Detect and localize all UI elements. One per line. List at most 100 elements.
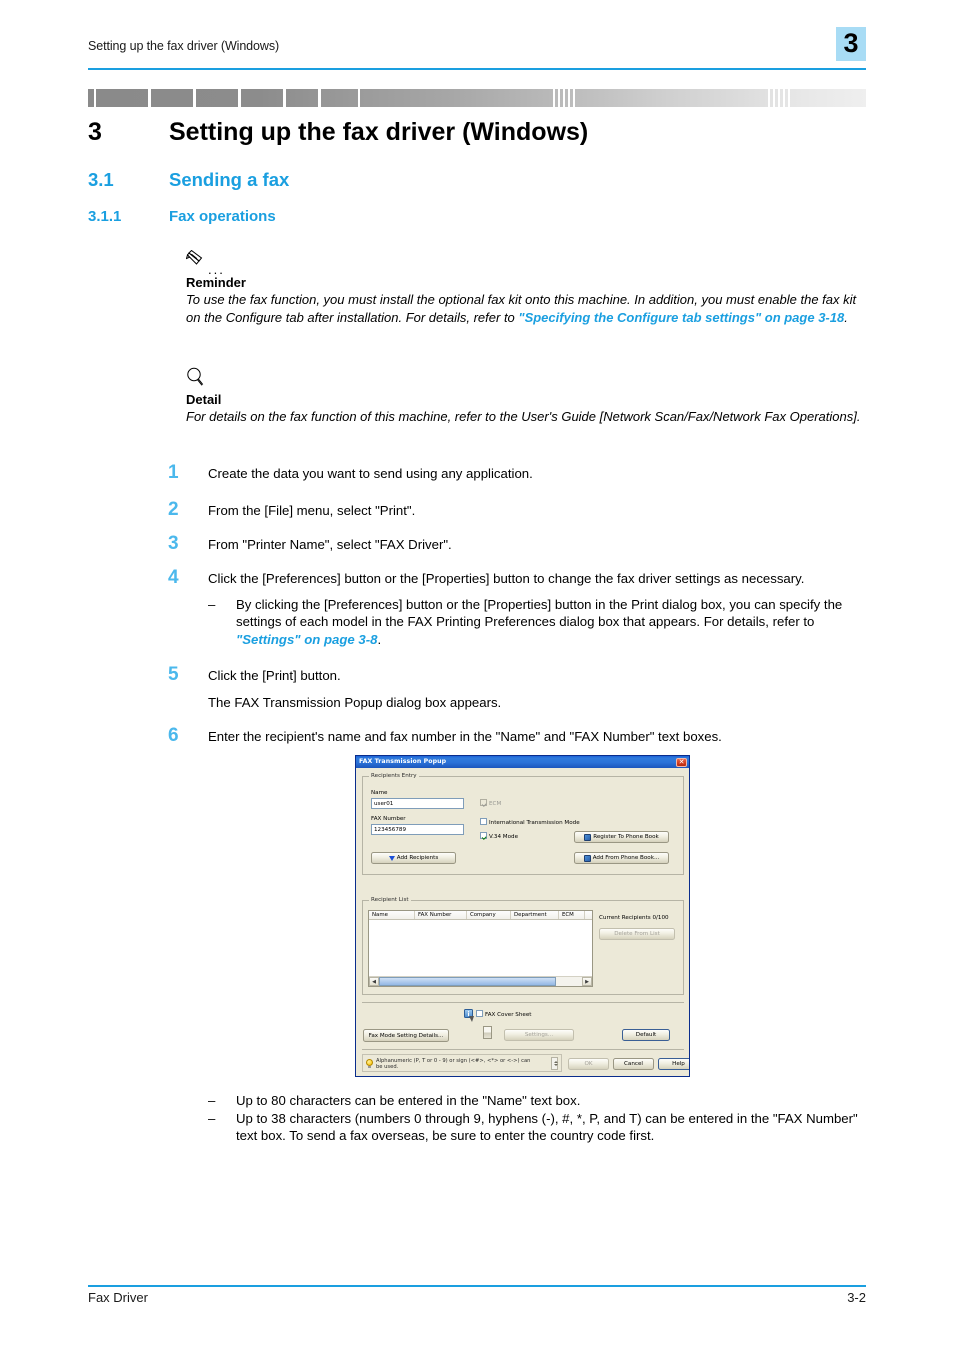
procedure-step: 1 Create the data you want to send using… [168, 462, 868, 483]
lightbulb-icon [366, 1059, 373, 1068]
hint-divider [362, 1049, 684, 1050]
chapter-heading: 3 Setting up the fax driver (Windows) [88, 118, 868, 147]
list-item-text: Up to 80 characters can be entered in th… [236, 1093, 581, 1108]
add-recipients-button[interactable]: Add Recipients [371, 852, 456, 864]
hint-scroll-spinner[interactable] [551, 1057, 558, 1070]
pencil-icon: ... [185, 249, 223, 277]
phone-book-add-icon [583, 854, 591, 862]
detail-title: Detail [186, 392, 222, 407]
fax-transmission-popup-dialog[interactable]: FAX Transmission Popup ✕ Recipients Entr… [355, 755, 690, 1077]
list-item: – Up to 38 characters (numbers 0 through… [208, 1110, 868, 1145]
delete-from-list-button[interactable]: Delete From List [599, 928, 675, 940]
register-to-phone-book-label: Register To Phone Book [593, 834, 659, 840]
current-recipients-count: Current Recipients 0/100 [599, 915, 669, 921]
mouse-cursor-icon [469, 1016, 474, 1022]
fax-cover-sheet-checkbox-box [476, 1010, 483, 1017]
column-header-department[interactable]: Department [511, 911, 559, 919]
name-input[interactable]: user01 [371, 798, 464, 809]
recipient-list-body [369, 920, 592, 976]
column-header-company[interactable]: Company [467, 911, 511, 919]
help-button[interactable]: Help [658, 1058, 689, 1070]
reminder-body: To use the fax function, you must instal… [186, 291, 866, 326]
column-header-name[interactable]: Name [369, 911, 415, 919]
footer-document-title: Fax Driver [88, 1290, 148, 1305]
step-sub-text-before: By clicking the [Preferences] button or … [236, 596, 843, 630]
settings-button[interactable]: Settings... [504, 1029, 574, 1041]
chapter-badge: 3 [836, 27, 866, 61]
subsection-heading-title: Fax operations [169, 208, 276, 225]
fax-mode-setting-details-label: Fax Mode Setting Details... [368, 1032, 444, 1039]
fax-mode-setting-details-button[interactable]: Fax Mode Setting Details... [363, 1029, 449, 1042]
scroll-left-icon[interactable]: ◀ [369, 977, 379, 986]
close-icon[interactable]: ✕ [676, 757, 687, 767]
page-header: Setting up the fax driver (Windows) 3 [88, 27, 866, 70]
fax-cover-sheet-checkbox[interactable]: FAX Cover Sheet [476, 1010, 531, 1018]
decorative-gradient-bar [88, 89, 866, 107]
register-to-phone-book-button[interactable]: Register To Phone Book [574, 831, 669, 843]
scrollbar-thumb[interactable] [379, 977, 556, 986]
reminder-title: Reminder [186, 275, 246, 290]
section-heading-title: Sending a fax [169, 169, 290, 190]
step-number: 4 [168, 567, 179, 588]
detail-note-block: Detail For details on the fax function o… [186, 367, 866, 426]
reminder-text-after: . [844, 309, 848, 325]
bullet-dash: – [208, 1110, 216, 1126]
procedure-step: 4 Click the [Preferences] button or the … [168, 567, 868, 649]
chapter-heading-title: Setting up the fax driver (Windows) [169, 118, 589, 146]
column-header-ecm[interactable]: ECM [559, 911, 585, 919]
detail-body: For details on the fax function of this … [186, 409, 861, 424]
cancel-button[interactable]: Cancel [613, 1058, 654, 1070]
cover-sheet-preview-thumb [483, 1026, 492, 1039]
procedure-step: 5 Click the [Print] button. The FAX Tran… [168, 664, 868, 711]
recipient-list-horizontal-scrollbar[interactable]: ◀ ▶ [369, 976, 592, 986]
fax-number-input[interactable]: 123456789 [371, 824, 464, 835]
delete-from-list-label: Delete From List [614, 931, 660, 937]
list-item: – Up to 80 characters can be entered in … [208, 1092, 868, 1110]
step-number: 6 [168, 725, 179, 746]
ecm-checkbox[interactable]: ECM [480, 799, 501, 807]
step-extra-text: The FAX Transmission Popup dialog box ap… [208, 694, 502, 710]
settings-cross-reference-link[interactable]: "Settings" on page 3-8 [236, 632, 377, 647]
dialog-title-bar[interactable]: FAX Transmission Popup ✕ [356, 756, 689, 768]
step-text: Click the [Preferences] button or the [P… [208, 571, 805, 586]
bullet-dash: – [208, 596, 216, 612]
name-field-label: Name [371, 790, 388, 796]
step-number: 3 [168, 533, 179, 554]
magnifier-icon [186, 367, 212, 391]
recipient-list-header-row: Name FAX Number Company Department ECM [369, 911, 592, 920]
international-transmission-mode-checkbox[interactable]: International Transmission Mode [480, 818, 580, 826]
settings-button-label: Settings... [524, 1032, 554, 1038]
step-number: 5 [168, 664, 179, 685]
step-sub-bullet: – By clicking the [Preferences] button o… [208, 596, 868, 649]
section-heading-number: 3.1 [88, 169, 114, 190]
header-divider [88, 68, 866, 70]
ecm-checkbox-label: ECM [489, 801, 502, 807]
ecm-checkbox-box [480, 799, 487, 806]
step-text: Enter the recipient's name and fax numbe… [208, 729, 722, 744]
dialog-title-text: FAX Transmission Popup [359, 758, 447, 765]
list-item-text: Up to 38 characters (numbers 0 through 9… [236, 1110, 858, 1144]
v34-mode-checkbox[interactable]: V.34 Mode [480, 832, 518, 840]
reminder-dots: ... [208, 262, 225, 277]
procedure-step: 6 Enter the recipient's name and fax num… [168, 725, 868, 746]
column-header-fax-number[interactable]: FAX Number [415, 911, 467, 919]
scroll-right-icon[interactable]: ▶ [582, 977, 592, 986]
reminder-cross-reference-link[interactable]: "Specifying the Configure tab settings" … [518, 310, 844, 325]
fax-number-field-label: FAX Number [371, 816, 406, 822]
scrollbar-track[interactable] [556, 977, 582, 986]
add-from-phone-book-button[interactable]: Add From Phone Book... [574, 852, 669, 864]
subsection-heading-number: 3.1.1 [88, 208, 122, 225]
recipient-list-table[interactable]: Name FAX Number Company Department ECM ◀… [368, 910, 593, 987]
bullet-dash: – [208, 1093, 216, 1108]
recipient-list-group-label: Recipient List [369, 897, 411, 903]
default-button-label: Default [635, 1032, 657, 1038]
footer-divider [88, 1285, 866, 1287]
help-button-label: Help [672, 1061, 685, 1067]
bottom-divider [362, 1002, 684, 1003]
phone-book-icon [584, 833, 592, 841]
international-checkbox-label: International Transmission Mode [489, 820, 580, 826]
default-button[interactable]: Default [622, 1029, 670, 1041]
ok-button[interactable]: OK [568, 1058, 609, 1070]
fax-cover-sheet-label: FAX Cover Sheet [485, 1012, 532, 1018]
v34-checkbox-box [480, 832, 487, 839]
